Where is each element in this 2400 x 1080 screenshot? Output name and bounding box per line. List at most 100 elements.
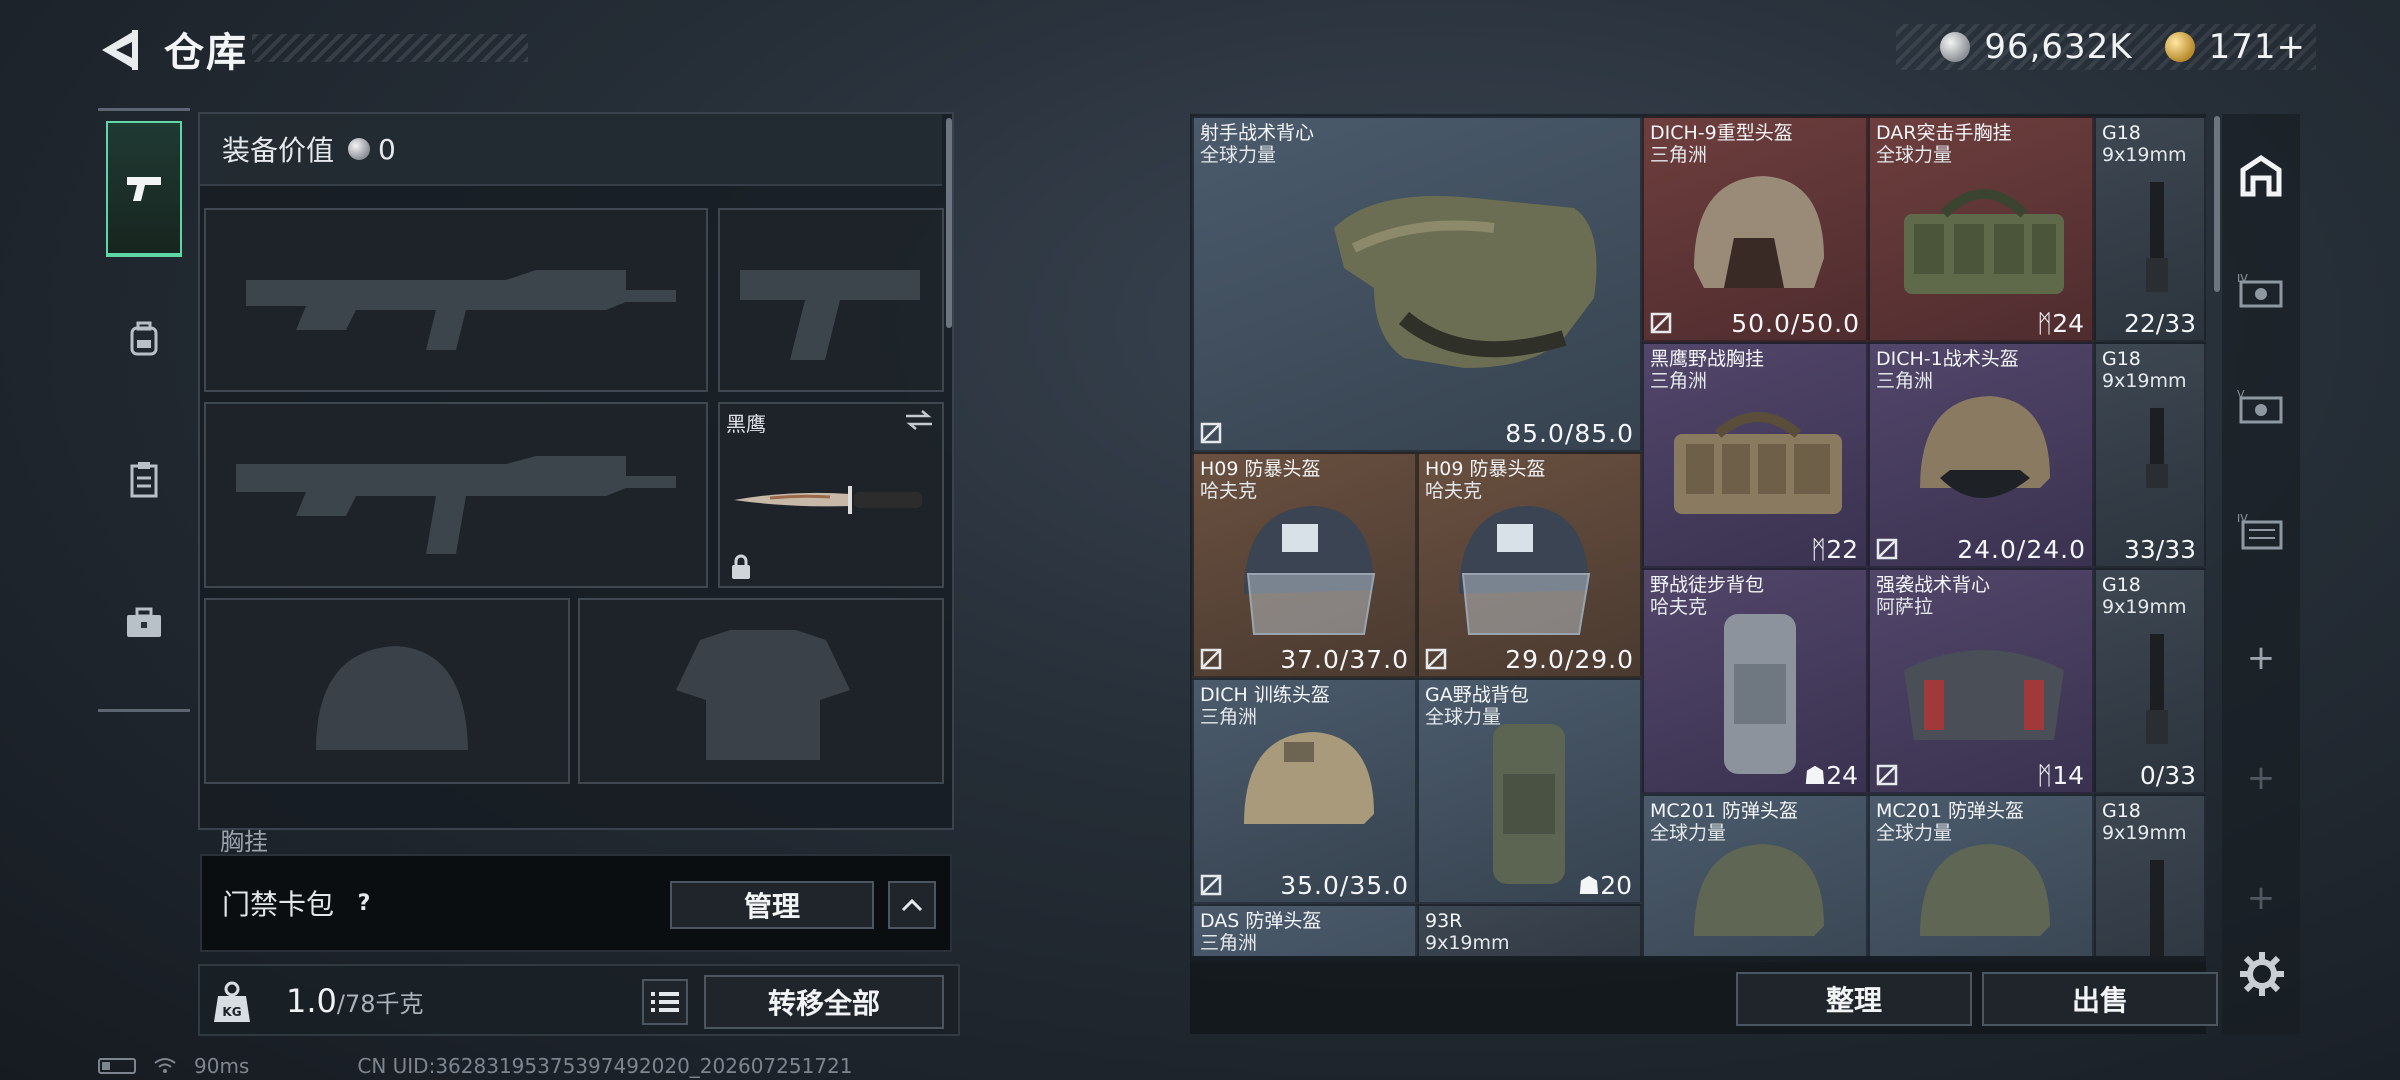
- stash-actions-bar: 整理 出售: [1190, 962, 2218, 1034]
- stash-item[interactable]: G18 9x19mm: [2094, 794, 2206, 956]
- device-status-bar: 90ms CN UID:3628319537539749​2020_202607…: [98, 1054, 853, 1078]
- no-repair-icon: [1425, 648, 1447, 670]
- stash-item[interactable]: 射手战术背心 全球力量 85.0/85.0: [1192, 116, 1642, 452]
- silver-balance: 96,632K: [1984, 27, 2133, 67]
- stash-item[interactable]: 野战徒步背包 哈夫克 ☗24: [1642, 568, 1868, 794]
- chest-rig-icon: [1904, 189, 2064, 294]
- stash-item[interactable]: MC201 防弹头盔 全球力量: [1868, 794, 2094, 956]
- weight-bar: KG 1.0/78千克 转移全部: [198, 964, 960, 1036]
- stash-item[interactable]: DICH 训练头盔 三角洲 35.0/35.0: [1192, 678, 1417, 904]
- transfer-all-button[interactable]: 转移全部: [704, 975, 944, 1029]
- title-stripe: [252, 34, 528, 62]
- sell-button[interactable]: 出售: [1982, 972, 2218, 1026]
- backpack-icon: [1724, 614, 1796, 774]
- loadout-scrollbar[interactable]: [946, 118, 952, 328]
- storage-tab-4b-icon: IV: [2237, 512, 2283, 550]
- svg-text:V: V: [2237, 388, 2245, 401]
- stash-item[interactable]: MC201 防弹头盔 全球力量: [1642, 794, 1868, 956]
- stash-item[interactable]: GA野战背包 全球力量 ☗20: [1417, 678, 1642, 904]
- storage-tab[interactable]: IV: [2230, 262, 2292, 322]
- add-storage-button[interactable]: +: [2230, 628, 2292, 688]
- stash-item[interactable]: 强袭战术背心 阿萨拉 ᛗ14: [1868, 568, 2094, 794]
- add-storage-button[interactable]: +: [2230, 868, 2292, 928]
- stash-item[interactable]: G18 9x19mm 33/33: [2094, 342, 2206, 568]
- category-tab-weapons[interactable]: [106, 121, 182, 257]
- page-title: 仓库: [164, 30, 248, 76]
- stash-home-tab[interactable]: [2230, 146, 2292, 206]
- no-repair-icon: [1876, 764, 1898, 786]
- capacity-icon: ᛗ: [1811, 535, 1827, 564]
- add-storage-button[interactable]: +: [2230, 748, 2292, 808]
- stash-item[interactable]: H09 防暴头盔 哈夫克 37.0/37.0: [1192, 452, 1417, 678]
- helmet-slot[interactable]: [204, 598, 570, 784]
- tactical-vest-icon: [1334, 196, 1597, 368]
- body-armor-slot[interactable]: [578, 598, 944, 784]
- kg-weight-icon: KG: [214, 981, 250, 1022]
- current-weight: 1.0: [286, 982, 337, 1020]
- capacity-icon: ☗: [1803, 761, 1827, 790]
- stash-item[interactable]: G18 9x19mm 0/33: [2094, 568, 2206, 794]
- uid-readout: CN UID:3628319537539749​2020_20260725172…: [357, 1054, 853, 1078]
- secondary-weapon-slot[interactable]: [204, 402, 708, 588]
- stash-item[interactable]: DICH-1战术头盔 三角洲 24.0/24.0: [1868, 342, 2094, 568]
- list-view-button[interactable]: [642, 979, 688, 1025]
- back-arrow-icon: [102, 30, 138, 70]
- equip-value: 0: [378, 132, 396, 166]
- stash-item[interactable]: DAR突击手胸挂 全球力量 ᛗ24: [1868, 116, 2094, 342]
- svg-text:IV: IV: [2237, 512, 2248, 525]
- swap-icon[interactable]: [904, 410, 934, 430]
- sort-button[interactable]: 整理: [1736, 972, 1972, 1026]
- back-button[interactable]: [96, 22, 142, 78]
- silver-coin-icon: [1940, 32, 1971, 62]
- gear-icon: [2240, 952, 2284, 996]
- pistol-icon: [127, 177, 161, 201]
- magazine-icon: [2150, 860, 2164, 956]
- manage-button[interactable]: 管理: [670, 881, 874, 929]
- no-repair-icon: [1876, 538, 1898, 560]
- magazine-icon: [2146, 634, 2168, 744]
- keycard-pack-label: 门禁卡包: [222, 888, 335, 921]
- no-repair-icon: [1200, 422, 1222, 444]
- pistol-slot[interactable]: [718, 208, 944, 392]
- stash-item[interactable]: 黑鹰野战胸挂 三角洲 ᛗ22: [1642, 342, 1868, 568]
- stash-item[interactable]: 93R 9x19mm: [1417, 904, 1642, 956]
- stash-item[interactable]: H09 防暴头盔 哈夫克 29.0/29.0: [1417, 452, 1642, 678]
- capacity-icon: ☗: [1577, 871, 1601, 900]
- helmet-icon: [1920, 844, 2050, 936]
- rifle-silhouette-icon: [236, 456, 676, 554]
- help-icon[interactable]: ?: [350, 889, 378, 917]
- pistol-silhouette-icon: [740, 270, 920, 360]
- svg-text:KG: KG: [222, 1005, 241, 1019]
- settings-button[interactable]: [2236, 948, 2288, 1000]
- category-tab-backpack[interactable]: [106, 271, 182, 407]
- ping-readout: 90ms: [194, 1054, 250, 1078]
- riot-helmet-icon: [1459, 506, 1591, 635]
- capacity-icon: ᛗ: [2037, 309, 2053, 338]
- equip-value-label: 装备价值: [222, 134, 335, 167]
- gold-balance[interactable]: 171+: [2209, 27, 2306, 67]
- currency-bar: 96,632K 171+: [1896, 24, 2316, 70]
- category-tab-armor[interactable]: [106, 411, 182, 547]
- storage-tab[interactable]: IV: [2230, 502, 2292, 562]
- stash-item[interactable]: DAS 防弹头盔 三角洲: [1192, 904, 1417, 956]
- helmet-icon: [1920, 396, 2050, 498]
- stash-item[interactable]: DICH-9重型头盔 三角洲 50.0/50.0: [1642, 116, 1868, 342]
- helmet-icon: [1244, 732, 1374, 824]
- chest-rig-icon: [1674, 412, 1842, 514]
- chest-rig-label: 胸挂: [220, 828, 268, 856]
- stash-panel: 射手战术背心 全球力量 85.0/85.0 DICH-9重型头盔 三角洲 50.…: [1190, 114, 2220, 1034]
- expand-button[interactable]: [888, 881, 936, 929]
- category-tab-case[interactable]: [106, 555, 182, 691]
- no-repair-icon: [1200, 874, 1222, 896]
- melee-slot-name: 黑鹰: [726, 412, 766, 436]
- storage-tab[interactable]: V: [2230, 378, 2292, 438]
- melee-slot[interactable]: 黑鹰: [718, 402, 944, 588]
- chevron-up-icon: [901, 898, 923, 912]
- primary-weapon-slot[interactable]: [204, 208, 708, 392]
- stash-scrollbar[interactable]: [2214, 116, 2220, 292]
- tactical-vest-icon: [1904, 650, 2064, 740]
- equip-value-row: 装备价值 0: [200, 114, 942, 186]
- storage-tabs-rail: IV V IV + + +: [2222, 114, 2300, 1034]
- loadout-category-sidebar: [98, 108, 190, 712]
- stash-item[interactable]: G18 9x19mm 22/33: [2094, 116, 2206, 342]
